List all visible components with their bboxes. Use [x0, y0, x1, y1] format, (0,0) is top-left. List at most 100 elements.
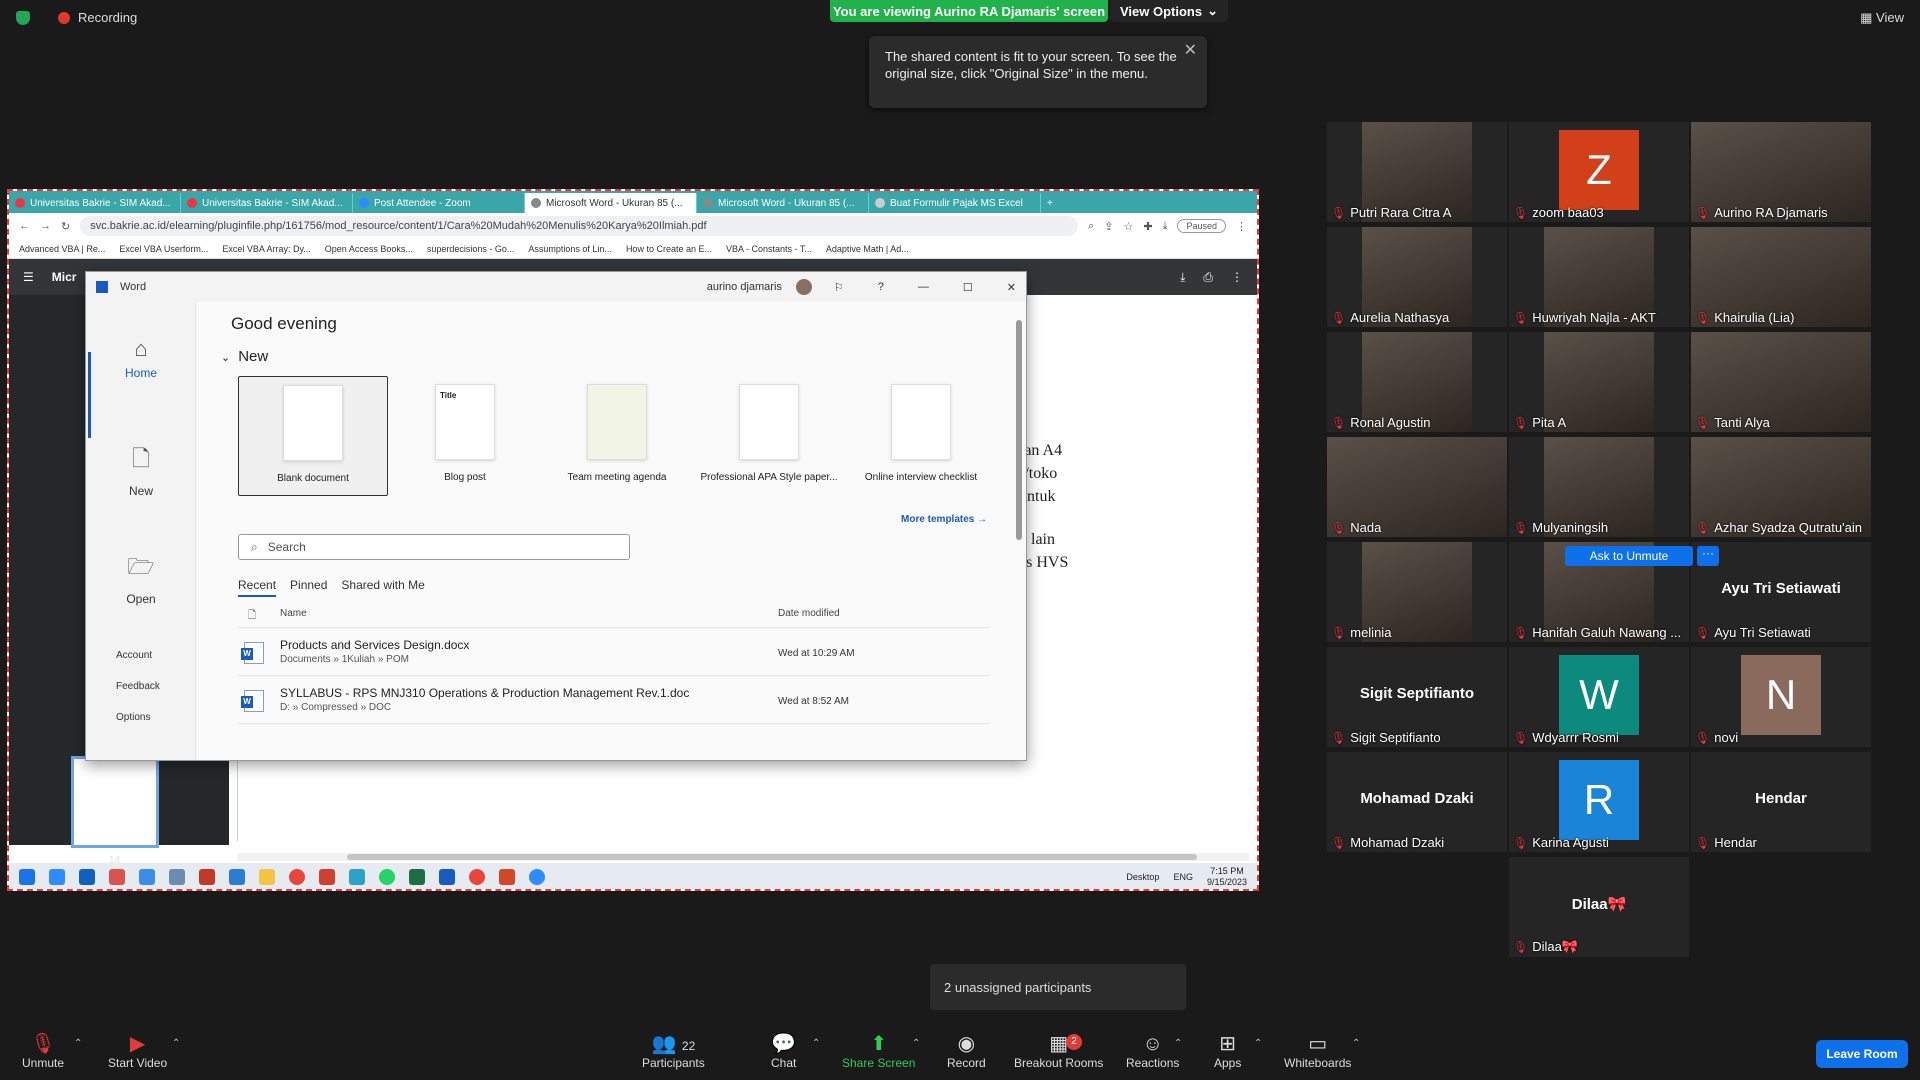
close-icon[interactable]: ✕ [1007, 281, 1016, 294]
profile-button[interactable]: Paused [1177, 219, 1226, 233]
extensions-icon[interactable]: ✚ [1143, 220, 1152, 233]
more-templates-link[interactable]: More templates → [901, 514, 987, 525]
url-field[interactable]: svc.bakrie.ac.id/elearning/pluginfile.ph… [80, 216, 1079, 236]
avatar[interactable] [795, 279, 812, 295]
column-name[interactable]: Name [280, 608, 307, 619]
maximize-icon[interactable]: ☐ [963, 281, 973, 294]
start-video-button[interactable]: ▶ Start Video [108, 1032, 167, 1070]
app-icon[interactable] [79, 869, 95, 885]
language-indicator[interactable]: ENG [1173, 872, 1193, 882]
bookmark[interactable]: Excel VBA Userform... [119, 244, 208, 254]
participant-tile[interactable]: Mohamad Dzaki 🎙 Mohamad Dzaki [1327, 752, 1507, 852]
participant-tile[interactable]: Dilaa🎀 🎙 Dilaa🎀 [1509, 857, 1689, 957]
participant-tile[interactable]: Hendar 🎙 Hendar [1691, 752, 1871, 852]
chevron-up-icon[interactable]: ⌃ [1254, 1038, 1262, 1049]
nav-home[interactable]: ⌂ Home [86, 336, 196, 380]
recording-indicator[interactable]: Recording [16, 10, 137, 25]
template-apa-paper[interactable]: Professional APA Style paper... [694, 376, 844, 496]
participant-tile[interactable]: N 🎙 novi [1691, 647, 1871, 747]
bookmark[interactable]: Adaptive Math | Ad... [826, 244, 909, 254]
record-button[interactable]: ◉ Record [947, 1032, 986, 1070]
breakout-rooms-button[interactable]: ▦ Breakout Rooms [1014, 1032, 1103, 1070]
folder-icon[interactable] [259, 869, 275, 885]
app-icon[interactable] [169, 869, 185, 885]
nav-new[interactable]: 🗋 New [86, 442, 196, 498]
chevron-up-icon[interactable]: ⌃ [812, 1038, 820, 1049]
bookmark[interactable]: VBA - Constants - T... [726, 244, 812, 254]
browser-tab[interactable]: Buat Formulir Pajak MS Excel [869, 193, 1041, 213]
more-options-button[interactable]: ··· [1697, 546, 1719, 566]
app-icon[interactable] [229, 869, 245, 885]
windows-start-icon[interactable] [19, 869, 35, 885]
share-icon[interactable]: ⇪ [1104, 220, 1113, 233]
menu-icon[interactable]: ⋮ [1236, 220, 1247, 233]
bookmark[interactable]: Assumptions of Lin... [528, 244, 612, 254]
participants-button[interactable]: 👥 22 Participants [642, 1032, 705, 1070]
unassigned-participants-popup[interactable]: 2 unassigned participants [930, 964, 1186, 1010]
feedback-icon[interactable]: ⚐ [834, 281, 844, 294]
file-row[interactable]: W Products and Services Design.docx Docu… [238, 630, 990, 676]
help-icon[interactable]: ? [878, 281, 884, 293]
browser-tab[interactable]: Universitas Bakrie - SIM Akad... [9, 193, 181, 213]
chevron-up-icon[interactable]: ⌃ [172, 1038, 180, 1049]
participant-tile[interactable]: W 🎙 Wdyarrr Rosmi [1509, 647, 1689, 747]
browser-tab[interactable]: Microsoft Word - Ukuran 85 (... [697, 193, 869, 213]
bookmark[interactable]: Open Access Books... [325, 244, 413, 254]
scroll-thumb[interactable] [347, 854, 1197, 860]
participant-tile[interactable]: R 🎙 Karina Agusti [1509, 752, 1689, 852]
reactions-button[interactable]: ☺ Reactions [1126, 1032, 1179, 1070]
leave-room-button[interactable]: Leave Room [1816, 1040, 1908, 1068]
hamburger-icon[interactable]: ☰ [23, 270, 34, 284]
whiteboards-button[interactable]: ▭ Whiteboards [1284, 1032, 1351, 1070]
forward-icon[interactable]: → [40, 220, 51, 232]
word-icon[interactable] [439, 869, 455, 885]
file-row[interactable]: W SYLLABUS - RPS MNJ310 Operations & Pro… [238, 678, 990, 724]
tab-recent[interactable]: Recent [238, 578, 277, 597]
star-icon[interactable]: ☆ [1124, 220, 1134, 233]
participant-tile[interactable]: 🎙 Aurino RA Djamaris [1691, 122, 1871, 222]
nav-feedback[interactable]: Feedback [116, 681, 160, 692]
participant-tile[interactable]: 🎙 Mulyaningsih [1509, 437, 1689, 537]
participant-tile[interactable]: 🎙 Nada [1327, 437, 1507, 537]
desktop-label[interactable]: Desktop [1126, 872, 1159, 882]
chrome-icon[interactable] [289, 869, 305, 885]
tab-shared[interactable]: Shared with Me [341, 578, 424, 597]
zoom-icon[interactable]: ⌕ [1088, 220, 1094, 233]
excel-icon[interactable] [409, 869, 425, 885]
app-icon[interactable] [349, 869, 365, 885]
more-icon[interactable]: ⋮ [1231, 270, 1243, 285]
ask-to-unmute-button[interactable]: Ask to Unmute [1565, 546, 1693, 566]
view-options-button[interactable]: View Options ⌄ [1110, 0, 1228, 22]
zoom-icon[interactable] [529, 869, 545, 885]
template-blank[interactable]: Blank document [238, 376, 388, 496]
app-icon[interactable] [199, 869, 215, 885]
participant-tile[interactable]: Z 🎙 zoom baa03 [1509, 122, 1689, 222]
nav-options[interactable]: Options [116, 712, 150, 723]
template-meeting-agenda[interactable]: Team meeting agenda [542, 376, 692, 496]
participant-tile[interactable]: 🎙 Ronal Agustin [1327, 332, 1507, 432]
back-icon[interactable]: ← [19, 220, 30, 232]
mail-icon[interactable] [139, 869, 155, 885]
participant-tile[interactable]: 🎙 Huwriyah Najla - AKT [1509, 227, 1689, 327]
chrome-icon[interactable] [469, 869, 485, 885]
template-interview-checklist[interactable]: Online interview checklist [846, 376, 996, 496]
bookmark[interactable]: Advanced VBA | Re... [19, 244, 105, 254]
vertical-scrollbar[interactable] [1016, 320, 1022, 540]
powerpoint-icon[interactable] [499, 869, 515, 885]
nav-account[interactable]: Account [116, 650, 152, 661]
view-button[interactable]: ▦ View [1860, 10, 1904, 26]
app-icon[interactable] [109, 869, 125, 885]
app-icon[interactable] [319, 869, 335, 885]
reload-icon[interactable]: ↻ [61, 220, 70, 233]
apps-button[interactable]: ⊞ Apps [1214, 1032, 1241, 1070]
new-section-header[interactable]: ⌄ New [221, 348, 268, 365]
whatsapp-icon[interactable] [379, 869, 395, 885]
bookmark[interactable]: superdecisions - Go... [427, 244, 515, 254]
browser-tab-active[interactable]: Microsoft Word - Ukuran 85 (... [525, 193, 697, 213]
participant-tile[interactable]: 🎙 Azhar Syadza Qutratu'ain [1691, 437, 1871, 537]
browser-tab[interactable]: Post Attendee - Zoom [353, 193, 525, 213]
nav-open[interactable]: 🗁 Open [86, 550, 196, 606]
chat-button[interactable]: 💬 Chat [771, 1032, 796, 1070]
search-input[interactable]: ⌕ Search [238, 534, 630, 560]
participant-tile[interactable]: 🎙 Putri Rara Citra A [1327, 122, 1507, 222]
